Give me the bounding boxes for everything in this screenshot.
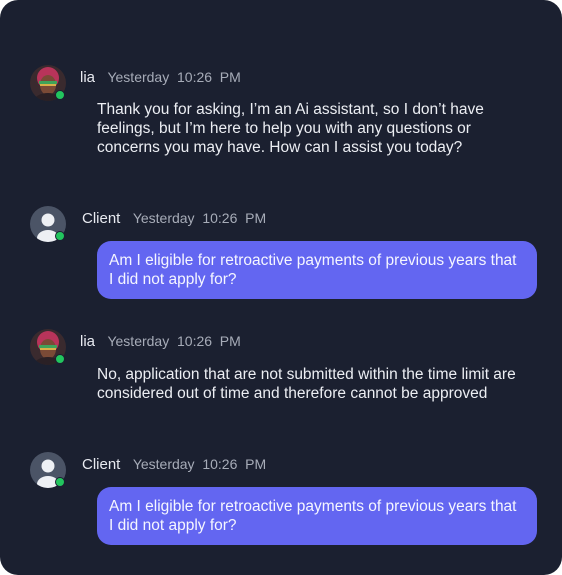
message-header: Client Yesterday 10:26 PM — [82, 210, 266, 228]
user-silhouette-icon[interactable] — [30, 206, 66, 242]
message-time: Yesterday 10:26 PM — [132, 456, 267, 472]
message-bubble: Am I eligible for retroactive payments o… — [97, 241, 537, 299]
message-header: Client Yesterday 10:26 PM — [82, 456, 266, 474]
message-time: Yesterday 10:26 PM — [132, 210, 267, 226]
message-time: Yesterday 10:26 PM — [107, 333, 241, 349]
sender-name: lia — [80, 69, 96, 86]
message-text: Thank you for asking, I’m an Ai assistan… — [97, 101, 484, 156]
online-status-dot — [55, 231, 65, 241]
assistant-avatar[interactable] — [30, 329, 66, 365]
sender-name: lia — [80, 333, 96, 350]
message-header: lia Yesterday 10:26 PM — [80, 333, 241, 351]
chat-panel: lia Yesterday 10:26 PM Thank you for ask… — [0, 0, 562, 575]
sender-name: Client — [82, 210, 121, 227]
online-status-dot — [55, 477, 65, 487]
message-bubble: Am I eligible for retroactive payments o… — [97, 487, 537, 545]
message-header: lia Yesterday 10:26 PM — [80, 69, 241, 87]
online-status-dot — [55, 90, 65, 100]
user-silhouette-icon[interactable] — [30, 452, 66, 488]
message-text: No, application that are not submitted w… — [97, 366, 516, 402]
assistant-avatar[interactable] — [30, 65, 66, 101]
online-status-dot — [55, 354, 65, 364]
sender-name: Client — [82, 456, 121, 473]
message-time: Yesterday 10:26 PM — [107, 69, 241, 85]
